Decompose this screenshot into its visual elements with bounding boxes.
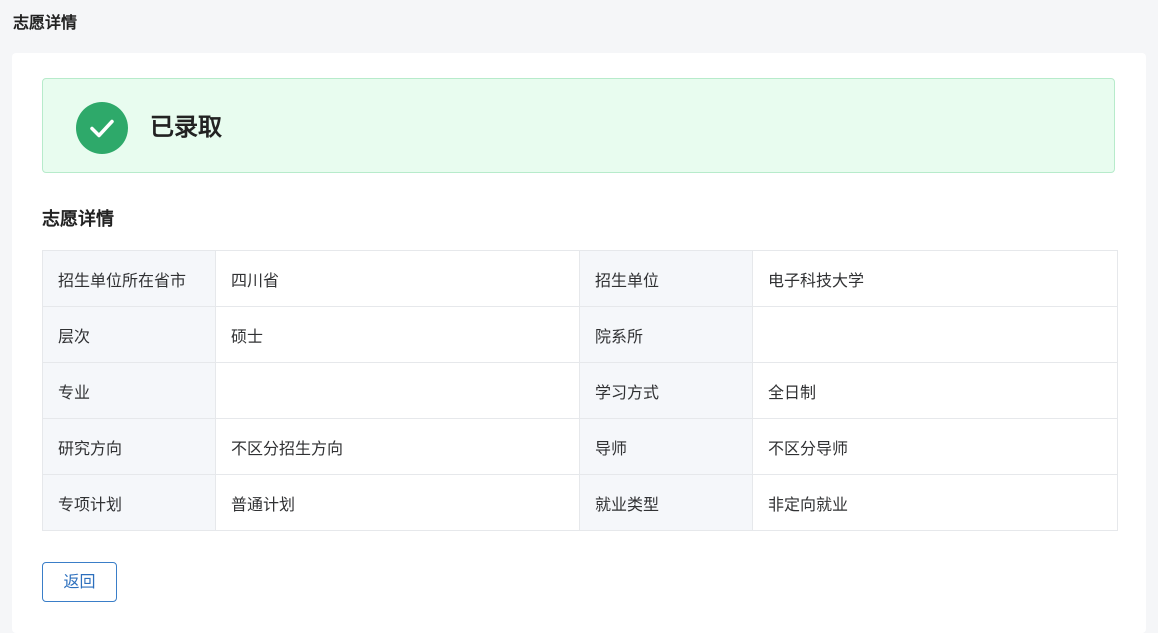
field-label-institution: 招生单位: [579, 250, 753, 307]
field-value-supervisor: 不区分导师: [752, 418, 1118, 475]
section-title: 志愿详情: [42, 209, 114, 230]
field-value-study-mode: 全日制: [752, 362, 1118, 419]
table-row: 层次 硕士 院系所: [42, 306, 1118, 363]
field-label-special-program: 专项计划: [42, 474, 216, 531]
table-row: 招生单位所在省市 四川省 招生单位 电子科技大学: [42, 250, 1118, 307]
table-row: 专业 学习方式 全日制: [42, 362, 1118, 419]
table-row: 专项计划 普通计划 就业类型 非定向就业: [42, 474, 1118, 531]
status-banner: 已录取: [42, 78, 1115, 173]
field-label-major: 专业: [42, 362, 216, 419]
field-value-research-direction: 不区分招生方向: [215, 418, 580, 475]
field-value-major: [215, 362, 580, 419]
field-value-employment-type: 非定向就业: [752, 474, 1118, 531]
field-label-supervisor: 导师: [579, 418, 753, 475]
field-label-research-direction: 研究方向: [42, 418, 216, 475]
field-label-study-mode: 学习方式: [579, 362, 753, 419]
field-value-special-program: 普通计划: [215, 474, 580, 531]
status-text: 已录取: [150, 113, 222, 141]
table-row: 研究方向 不区分招生方向 导师 不区分导师: [42, 418, 1118, 475]
field-label-province: 招生单位所在省市: [42, 250, 216, 307]
field-value-level: 硕士: [215, 306, 580, 363]
detail-table: 招生单位所在省市 四川省 招生单位 电子科技大学 层次 硕士 院系所 专业 学习…: [42, 250, 1118, 531]
field-value-institution: 电子科技大学: [752, 250, 1118, 307]
detail-card: 已录取 志愿详情 招生单位所在省市 四川省 招生单位 电子科技大学 层次 硕士 …: [12, 53, 1146, 633]
back-button[interactable]: 返回: [42, 562, 117, 602]
check-circle-icon: [76, 102, 128, 154]
field-label-department: 院系所: [579, 306, 753, 363]
field-label-employment-type: 就业类型: [579, 474, 753, 531]
page-title: 志愿详情: [13, 13, 78, 32]
field-label-level: 层次: [42, 306, 216, 363]
field-value-province: 四川省: [215, 250, 580, 307]
field-value-department: [752, 306, 1118, 363]
